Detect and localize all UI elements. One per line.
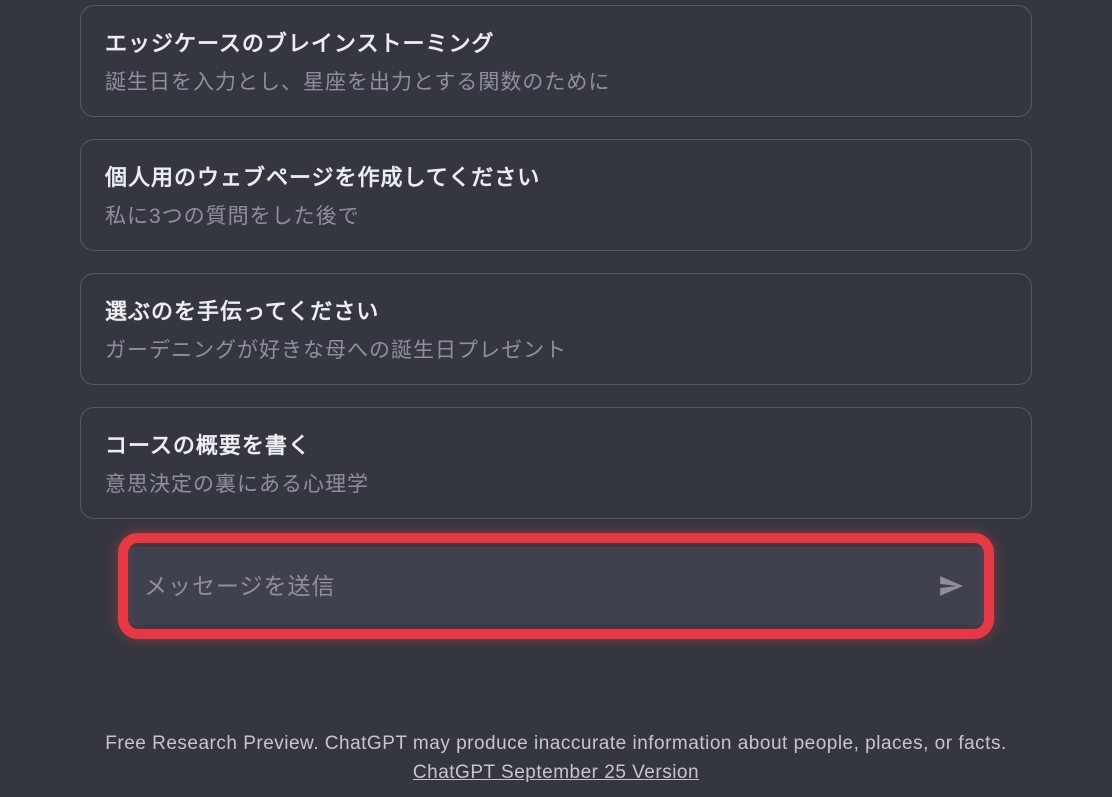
- suggestion-subtitle: 意思決定の裏にある心理学: [105, 468, 1007, 498]
- input-area: [80, 547, 1032, 625]
- main-content: エッジケースのブレインストーミング 誕生日を入力とし、星座を出力とする関数のため…: [0, 0, 1112, 714]
- suggestion-subtitle: ガーデニングが好きな母への誕生日プレゼント: [105, 334, 1007, 364]
- suggestion-subtitle: 私に3つの質問をした後で: [105, 200, 1007, 230]
- message-input[interactable]: [144, 573, 934, 600]
- suggestion-card[interactable]: 選ぶのを手伝ってください ガーデニングが好きな母への誕生日プレゼント: [80, 273, 1032, 385]
- message-input-container: [118, 547, 994, 625]
- version-link[interactable]: ChatGPT September 25 Version: [413, 762, 699, 783]
- suggestion-list: エッジケースのブレインストーミング 誕生日を入力とし、星座を出力とする関数のため…: [80, 5, 1032, 519]
- send-button[interactable]: [934, 569, 968, 603]
- suggestion-title: 選ぶのを手伝ってください: [105, 294, 1007, 326]
- suggestion-card[interactable]: 個人用のウェブページを作成してください 私に3つの質問をした後で: [80, 139, 1032, 251]
- suggestion-title: エッジケースのブレインストーミング: [105, 26, 1007, 58]
- footer-text: Free Research Preview. ChatGPT may produ…: [105, 733, 1006, 754]
- suggestion-card[interactable]: コースの概要を書く 意思決定の裏にある心理学: [80, 407, 1032, 519]
- suggestion-card[interactable]: エッジケースのブレインストーミング 誕生日を入力とし、星座を出力とする関数のため…: [80, 5, 1032, 117]
- send-icon: [938, 573, 964, 599]
- suggestion-title: コースの概要を書く: [105, 428, 1007, 460]
- suggestion-subtitle: 誕生日を入力とし、星座を出力とする関数のために: [105, 66, 1007, 96]
- footer-disclaimer: Free Research Preview. ChatGPT may produ…: [0, 714, 1112, 797]
- suggestion-title: 個人用のウェブページを作成してください: [105, 160, 1007, 192]
